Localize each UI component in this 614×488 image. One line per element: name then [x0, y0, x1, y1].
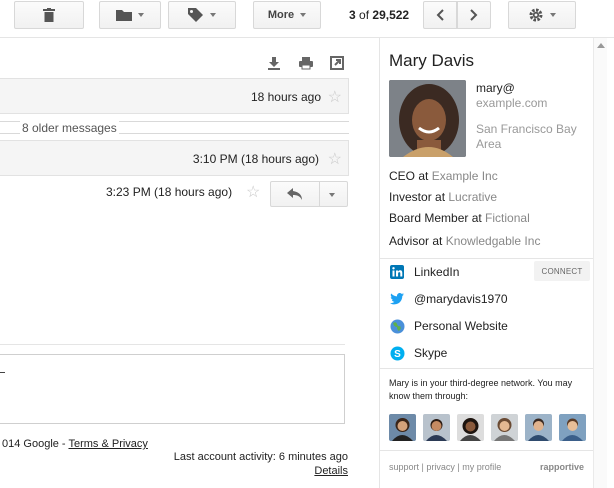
divider	[380, 258, 594, 259]
connection-avatar[interactable]	[525, 414, 552, 441]
footer-copyright: 014 Google - Terms & Privacy	[2, 438, 148, 450]
reply-more-icon[interactable]	[329, 193, 335, 197]
network-text: Mary is in your third-degree network. Yo…	[389, 378, 573, 401]
message-time: 3:23 PM (18 hours ago)	[106, 185, 233, 199]
pager-total: 29,522	[372, 8, 410, 22]
scroll-up-icon[interactable]	[597, 42, 605, 48]
reply-button-group	[270, 181, 348, 207]
text-cursor-icon	[0, 363, 5, 373]
divider	[0, 344, 345, 345]
trash-icon	[43, 8, 55, 22]
message-header-2[interactable]: 3:10 PM (18 hours ago) ☆	[0, 140, 349, 176]
new-window-icon[interactable]	[330, 56, 344, 70]
job-org: Lucrative	[448, 190, 498, 204]
pager-of: of	[359, 8, 370, 22]
settings-button[interactable]	[508, 1, 576, 29]
job-item: Board Member at Fictional	[389, 211, 530, 225]
labels-button[interactable]	[168, 1, 236, 29]
rapportive-logo[interactable]: rapportive	[540, 462, 584, 472]
chevron-down-icon	[550, 13, 556, 17]
website-label: Personal Website	[414, 319, 508, 333]
account-activity: Last account activity: 6 minutes ago Det…	[174, 450, 348, 478]
message-thread: 18 hours ago ☆ 8 older messages 3:10 PM …	[0, 38, 379, 488]
reply-icon[interactable]	[287, 188, 303, 200]
job-org: Knowledgable Inc	[445, 234, 541, 248]
job-role: Board Member at	[389, 211, 486, 225]
job-item: CEO at Example Inc	[389, 169, 498, 183]
star-icon[interactable]: ☆	[328, 87, 342, 107]
email-user: mary@	[476, 81, 515, 95]
email-domain: example.com	[476, 96, 548, 110]
linkedin-icon	[389, 264, 405, 280]
last-activity-text: Last account activity: 6 minutes ago	[173, 451, 348, 463]
linkedin-link[interactable]: LinkedIn	[389, 263, 459, 281]
connection-avatar[interactable]	[559, 414, 586, 441]
job-role: CEO at	[389, 169, 432, 183]
job-item: Investor at Lucrative	[389, 190, 497, 204]
twitter-link[interactable]: @marydavis1970	[389, 290, 508, 308]
star-icon[interactable]: ☆	[246, 182, 260, 202]
move-to-button[interactable]	[99, 1, 161, 29]
chevron-left-icon	[436, 9, 444, 21]
twitter-icon	[389, 291, 405, 307]
message-time: 18 hours ago	[250, 90, 321, 104]
chevron-down-icon	[138, 13, 144, 17]
reply-box[interactable]	[0, 354, 345, 424]
older-messages-bar[interactable]: 8 older messages	[0, 116, 349, 138]
divider	[380, 450, 594, 451]
connection-avatar[interactable]	[389, 414, 416, 441]
mutual-connections	[389, 414, 586, 441]
gmail-window: More 3 of 29,522 18 hours ago ☆ 8 older …	[0, 0, 614, 488]
contact-location: San Francisco Bay Area	[476, 122, 577, 151]
more-button[interactable]: More	[253, 1, 321, 29]
message-header-1[interactable]: 18 hours ago ☆	[0, 78, 349, 114]
message-time: 3:10 PM (18 hours ago)	[192, 152, 319, 166]
twitter-label: @marydavis1970	[414, 292, 508, 306]
website-link[interactable]: Personal Website	[389, 317, 508, 335]
terms-link[interactable]: Terms & Privacy	[68, 438, 147, 450]
connection-avatar[interactable]	[457, 414, 484, 441]
contact-sidebar: Mary Davis mary@ example.com San Francis…	[379, 38, 594, 488]
globe-icon	[389, 318, 405, 334]
more-label: More	[267, 9, 295, 21]
folder-icon	[116, 10, 132, 21]
skype-icon: S	[389, 345, 405, 361]
job-org: Fictional	[485, 211, 530, 225]
newer-button[interactable]	[423, 1, 457, 29]
details-link[interactable]: Details	[174, 464, 348, 478]
pager-count: 3 of 29,522	[349, 8, 409, 22]
pager-current: 3	[349, 8, 356, 22]
skype-label: Skype	[414, 346, 448, 360]
toolbar: More 3 of 29,522	[0, 0, 614, 38]
scrollbar[interactable]	[593, 38, 607, 488]
print-icon[interactable]	[299, 56, 313, 70]
job-org: Example Inc	[431, 169, 498, 183]
chevron-down-icon	[210, 13, 216, 17]
connect-button[interactable]: CONNECT	[534, 261, 590, 281]
connection-avatar[interactable]	[423, 414, 450, 441]
label-icon	[188, 8, 203, 22]
chevron-down-icon	[300, 13, 307, 17]
delete-button[interactable]	[14, 1, 84, 29]
job-role: Investor at	[389, 190, 449, 204]
divider	[380, 368, 594, 369]
copyright-text: 014 Google -	[2, 438, 69, 450]
older-messages-label: 8 older messages	[20, 121, 119, 135]
connection-avatar[interactable]	[491, 414, 518, 441]
star-icon[interactable]: ☆	[328, 149, 342, 169]
job-role: Advisor at	[389, 234, 446, 248]
contact-email[interactable]: mary@ example.com	[476, 81, 547, 111]
older-button[interactable]	[457, 1, 491, 29]
contact-photo	[389, 80, 466, 157]
contact-name: Mary Davis	[389, 51, 475, 70]
svg-text:S: S	[394, 349, 401, 360]
sidebar-footer-links[interactable]: support | privacy | my profile	[389, 462, 501, 472]
gear-icon	[529, 8, 543, 22]
download-icon[interactable]	[267, 56, 281, 70]
linkedin-label: LinkedIn	[414, 265, 460, 279]
skype-link[interactable]: S Skype	[389, 344, 447, 362]
divider	[319, 182, 320, 206]
chevron-right-icon	[470, 9, 478, 21]
job-item: Advisor at Knowledgable Inc	[389, 234, 540, 248]
